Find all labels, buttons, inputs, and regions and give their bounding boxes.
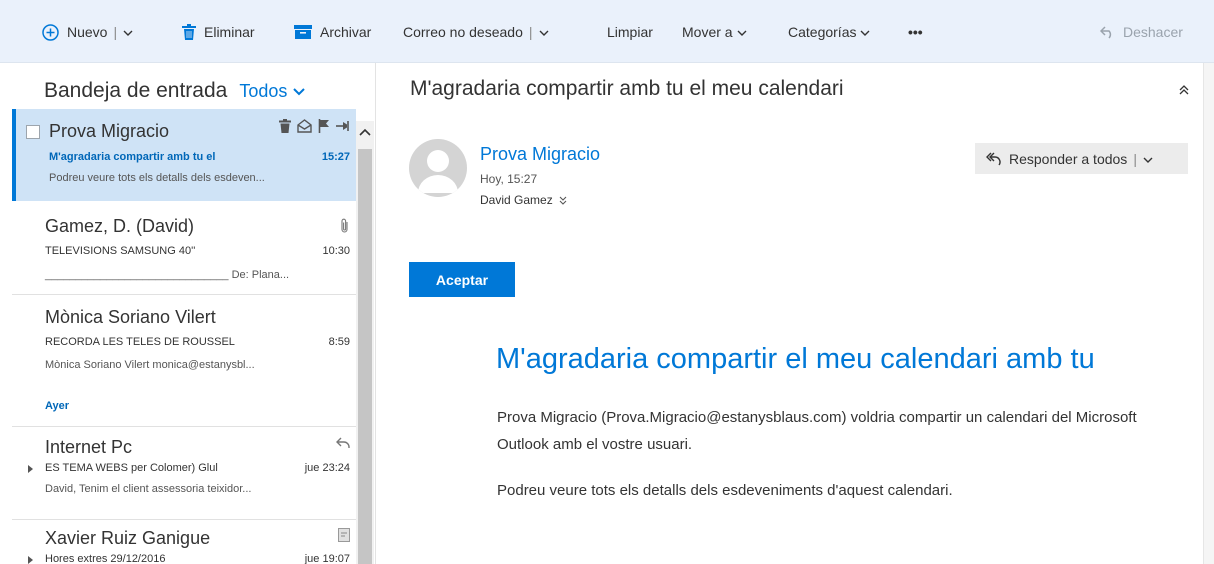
message-time: 15:27 <box>321 151 350 163</box>
trash-icon[interactable] <box>279 119 291 133</box>
message-sender: Prova Migracio <box>49 121 170 141</box>
avatar <box>409 139 467 197</box>
message-preview: Podreu veure tots els detalls dels esdev… <box>49 172 265 184</box>
chevron-down-icon <box>293 87 306 95</box>
list-item[interactable]: Gamez, D. (David) TELEVISIONS SAMSUNG 40… <box>12 202 356 294</box>
replied-icon <box>336 437 350 448</box>
recipients[interactable]: David Gamez <box>480 193 567 207</box>
undo-label: Deshacer <box>1123 24 1183 40</box>
message-preview: David, Tenim el client assessoria teixid… <box>45 483 252 495</box>
message-sender: Gamez, D. (David) <box>45 216 195 236</box>
quick-actions <box>336 437 350 449</box>
undo-icon <box>1100 25 1115 39</box>
message-subject: Hores extres 29/12/2016 <box>45 553 166 564</box>
junk-button[interactable]: Correo no deseado | <box>403 20 549 44</box>
reply-all-icon <box>985 151 1001 167</box>
chevron-down-icon[interactable] <box>123 24 133 40</box>
message-title: M'agradaria compartir amb tu el meu cale… <box>410 77 844 100</box>
reply-all-label: Responder a todos <box>1009 150 1128 167</box>
quick-actions <box>340 218 350 234</box>
list-item[interactable]: Mònica Soriano Vilert RECORDA LES TELES … <box>12 295 356 387</box>
separator: | <box>113 24 118 40</box>
person-icon <box>418 150 458 193</box>
body-paragraph: Podreu veure tots els detalls dels esdev… <box>497 482 953 499</box>
junk-label: Correo no deseado <box>403 24 523 40</box>
categories-label: Categorías <box>788 24 857 40</box>
message-preview: Mònica Soriano Vilert monica@estanysbl..… <box>45 359 255 371</box>
folder-header: Bandeja de entrada Todos <box>44 79 306 103</box>
reply-all-button[interactable]: Responder a todos | <box>975 143 1188 174</box>
sender-name[interactable]: Prova Migracio <box>480 144 600 165</box>
quick-actions <box>338 528 350 542</box>
filter-dropdown[interactable]: Todos <box>239 81 306 102</box>
message-subject: RECORDA LES TELES DE ROUSSEL <box>45 336 235 348</box>
pin-icon[interactable] <box>336 120 350 132</box>
archive-label: Archivar <box>320 24 372 40</box>
calendar-reply-icon <box>338 528 350 542</box>
folder-title: Bandeja de entrada <box>44 79 228 102</box>
body-paragraph: Prova Migracio (Prova.Migracio@estanysbl… <box>497 409 1137 453</box>
sent-date: Hoy, 15:27 <box>480 172 538 186</box>
flag-icon[interactable] <box>318 119 330 133</box>
list-item[interactable]: Xavier Ruiz Ganigue Hores extres 29/12/2… <box>12 520 356 564</box>
expand-thread-icon[interactable] <box>28 556 33 564</box>
expand-thread-icon[interactable] <box>28 465 33 473</box>
paperclip-icon <box>341 218 348 233</box>
delete-button[interactable]: Eliminar <box>182 20 255 44</box>
message-subject: M'agradaria compartir amb tu el <box>49 151 216 163</box>
scrollbar-thumb[interactable] <box>358 149 372 564</box>
reading-pane-scrollbar[interactable] <box>1203 63 1214 564</box>
recipient-name: David Gamez <box>480 193 553 207</box>
message-subject: TELEVISIONS SAMSUNG 40'' <box>45 245 196 257</box>
select-checkbox[interactable] <box>26 125 40 139</box>
sweep-label: Limpiar <box>607 24 653 40</box>
message-list-scrollbar[interactable] <box>356 121 374 564</box>
message-time: 10:30 <box>322 245 350 257</box>
accept-button[interactable]: Aceptar <box>409 262 515 297</box>
move-label: Mover a <box>682 24 733 40</box>
categories-button[interactable]: Categorías <box>788 20 870 44</box>
expand-recipients-icon <box>559 196 567 205</box>
message-subject: ES TEMA WEBS per Colomer) Glul <box>45 462 218 474</box>
command-bar: Nuevo | Eliminar Archivar Correo no dese… <box>0 0 1214 63</box>
message-time: 8:59 <box>328 336 350 348</box>
delete-label: Eliminar <box>204 24 255 40</box>
collapse-icon[interactable] <box>1179 83 1189 101</box>
message-sender: Internet Pc <box>45 437 133 457</box>
more-label: ••• <box>908 24 923 40</box>
new-label: Nuevo <box>67 24 108 40</box>
message-sender: Mònica Soriano Vilert <box>45 307 216 327</box>
trash-icon <box>182 24 196 40</box>
message-list-pane: Bandeja de entrada Todos Prova Migracio … <box>0 63 376 564</box>
chevron-down-icon <box>860 24 870 40</box>
chevron-up-icon[interactable] <box>358 125 372 139</box>
message-time: jue 19:07 <box>304 553 350 564</box>
mark-read-icon[interactable] <box>297 119 312 133</box>
body-heading: M'agradaria compartir el meu calendari a… <box>496 343 1095 375</box>
group-header-yesterday: Ayer <box>45 400 70 412</box>
message-preview: ______________________________ De: Plana… <box>45 269 290 281</box>
chevron-down-icon <box>737 24 747 40</box>
separator: | <box>528 24 533 40</box>
sweep-button[interactable]: Limpiar <box>607 20 653 44</box>
undo-button[interactable]: Deshacer <box>1100 20 1183 44</box>
new-button[interactable]: Nuevo | <box>42 20 133 44</box>
move-to-button[interactable]: Mover a <box>682 20 747 44</box>
message-sender: Xavier Ruiz Ganigue <box>45 528 211 548</box>
chevron-down-icon[interactable] <box>539 24 549 40</box>
filter-label: Todos <box>239 81 288 101</box>
message-time: jue 23:24 <box>304 462 350 474</box>
quick-actions <box>279 119 350 133</box>
plus-circle-icon <box>42 23 59 41</box>
archive-button[interactable]: Archivar <box>294 20 371 44</box>
more-button[interactable]: ••• <box>908 20 923 44</box>
chevron-down-icon[interactable] <box>1143 151 1153 167</box>
reading-pane: M'agradaria compartir amb tu el meu cale… <box>377 63 1203 564</box>
separator: | <box>1133 150 1137 167</box>
list-item[interactable]: Internet Pc ES TEMA WEBS per Colomer) Gl… <box>12 427 356 519</box>
list-item[interactable]: Prova Migracio M'agradaria compartir amb… <box>12 109 356 201</box>
archive-icon <box>294 25 312 39</box>
